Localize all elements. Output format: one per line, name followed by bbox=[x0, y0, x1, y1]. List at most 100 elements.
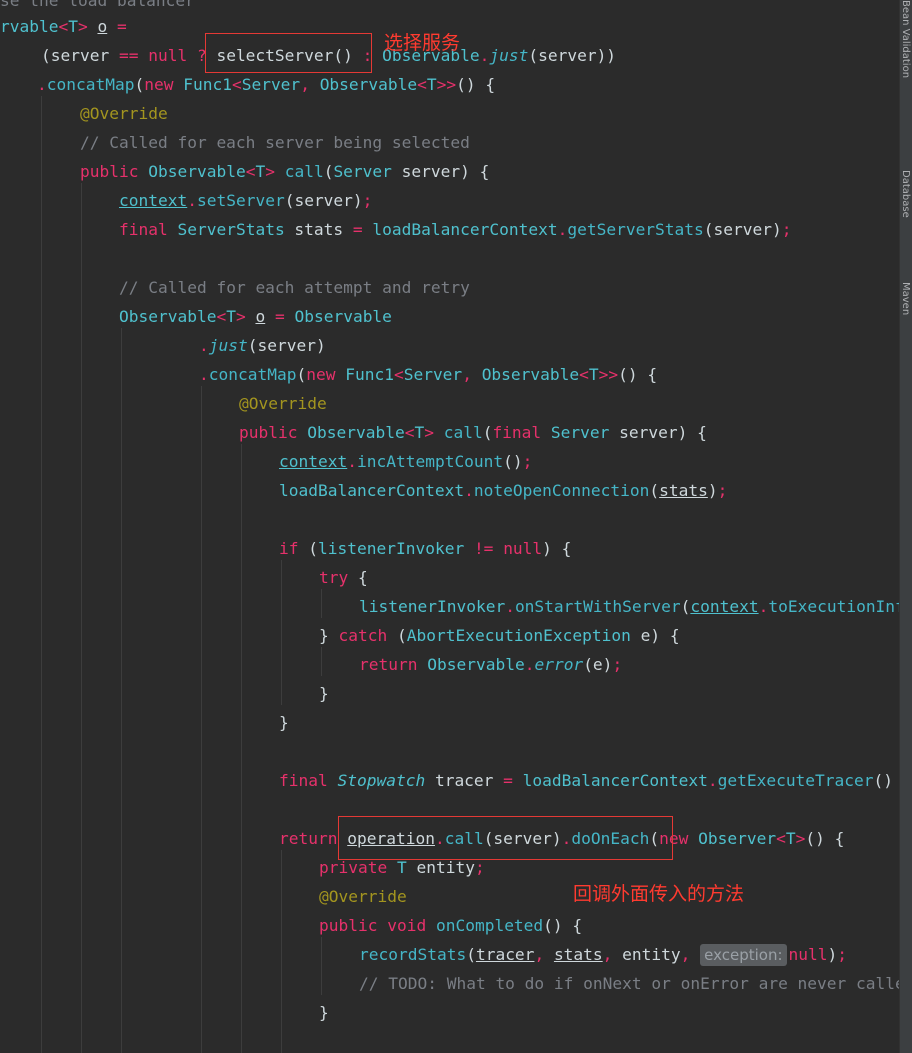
code-line[interactable]: rvable<T> o = bbox=[0, 12, 127, 41]
code-token: ( bbox=[296, 365, 307, 384]
code-token: entity bbox=[612, 945, 681, 964]
code-line[interactable]: public Observable<T> call(final Server s… bbox=[239, 418, 707, 447]
code-token: . bbox=[199, 336, 209, 355]
tool-tab-maven[interactable]: Maven bbox=[901, 282, 911, 342]
code-token: ( bbox=[387, 626, 407, 645]
code-token: < bbox=[404, 423, 415, 442]
right-tool-window-bar: Bean Validation Database Maven bbox=[899, 0, 912, 1053]
code-line[interactable]: public void onCompleted() { bbox=[319, 911, 582, 940]
code-token: concatMap bbox=[46, 75, 135, 94]
code-line[interactable]: context.incAttemptCount(); bbox=[279, 447, 532, 476]
tool-tab-bean-validation[interactable]: Bean Validation bbox=[901, 0, 911, 130]
code-line[interactable]: Observable<T> o = Observable bbox=[119, 302, 392, 331]
code-token: ; bbox=[837, 945, 848, 964]
code-token: Server bbox=[550, 423, 610, 442]
code-token: server) { bbox=[391, 162, 490, 181]
code-token: // Called for each attempt and retry bbox=[119, 278, 470, 297]
code-token: . bbox=[557, 220, 568, 239]
tool-tab-database[interactable]: Database bbox=[901, 170, 911, 250]
code-token: ( bbox=[680, 597, 691, 616]
code-token: != bbox=[473, 539, 494, 558]
code-line[interactable]: .concatMap(new Func1<Server, Observable<… bbox=[37, 70, 495, 99]
indent-guide bbox=[321, 937, 322, 995]
code-token: , bbox=[680, 945, 691, 964]
code-token: T bbox=[396, 858, 407, 877]
code-token: > bbox=[795, 829, 806, 848]
code-token: rvable bbox=[0, 17, 59, 36]
code-line[interactable]: // TODO: What to do if onNext or onError… bbox=[359, 969, 900, 998]
code-line[interactable]: .just(server) bbox=[199, 331, 326, 360]
code-token: (server bbox=[41, 46, 119, 65]
code-token: () { bbox=[456, 75, 496, 94]
code-token: < bbox=[216, 307, 227, 326]
code-token: public bbox=[80, 162, 139, 181]
code-line[interactable]: } catch (AbortExecutionException e) { bbox=[319, 621, 680, 650]
code-token: () bbox=[503, 452, 523, 471]
code-token: context bbox=[690, 597, 759, 616]
code-line[interactable]: return Observable.error(e); bbox=[359, 650, 622, 679]
code-token: ( bbox=[466, 945, 476, 964]
code-token: . bbox=[524, 655, 535, 674]
code-line[interactable]: // Called for each server being selected bbox=[80, 128, 470, 157]
code-line[interactable]: @Override bbox=[80, 99, 168, 128]
code-token: ( bbox=[134, 75, 145, 94]
code-token: null bbox=[503, 539, 543, 558]
code-line[interactable]: } bbox=[279, 708, 289, 737]
code-token: new bbox=[144, 75, 174, 94]
code-token: (server) bbox=[703, 220, 782, 239]
code-line[interactable]: public Observable<T> call(Server server)… bbox=[80, 157, 489, 186]
code-token: ; bbox=[612, 655, 623, 674]
code-line[interactable]: } bbox=[319, 679, 329, 708]
code-token: (server)) bbox=[528, 46, 617, 65]
code-token: , bbox=[602, 945, 613, 964]
code-token: = bbox=[352, 220, 363, 239]
code-token: } bbox=[279, 713, 289, 732]
code-line[interactable]: @Override bbox=[239, 389, 327, 418]
code-token: final bbox=[492, 423, 542, 442]
code-token: void bbox=[387, 916, 427, 935]
code-token: call bbox=[443, 423, 483, 442]
code-line[interactable]: context.setServer(server); bbox=[119, 186, 372, 215]
code-line[interactable]: recordStats(tracer, stats, entity, excep… bbox=[359, 940, 847, 969]
code-token: AbortExecutionException bbox=[406, 626, 631, 645]
code-token: . bbox=[707, 771, 718, 790]
code-editor[interactable]: se the load balancer rvable<T> o = (server… bbox=[0, 0, 900, 1053]
code-line[interactable]: final Stopwatch tracer = loadBalancerCon… bbox=[279, 766, 893, 795]
code-line[interactable]: .concatMap(new Func1<Server, Observable<… bbox=[199, 360, 657, 389]
code-line[interactable]: } bbox=[319, 998, 329, 1027]
code-line[interactable]: try { bbox=[319, 563, 368, 592]
code-line[interactable]: final ServerStats stats = loadBalancerCo… bbox=[119, 215, 792, 244]
code-token: noteOpenConnection bbox=[473, 481, 650, 500]
code-token: < bbox=[776, 829, 786, 848]
code-token: (e) bbox=[583, 655, 613, 674]
parameter-hint: exception: bbox=[700, 944, 787, 966]
code-line[interactable]: @Override bbox=[319, 882, 407, 911]
code-token: . bbox=[505, 597, 515, 616]
code-token: public bbox=[319, 916, 378, 935]
code-line[interactable]: if (listenerInvoker != null) { bbox=[279, 534, 571, 563]
code-token: // TODO: What to do if onNext or onError… bbox=[359, 974, 900, 993]
code-token: @Override bbox=[239, 394, 327, 413]
code-token: . bbox=[37, 75, 47, 94]
code-token: stats bbox=[284, 220, 353, 239]
code-line[interactable]: listenerInvoker.onStartWithServer(contex… bbox=[359, 592, 900, 621]
code-token: < bbox=[245, 162, 256, 181]
code-token: new bbox=[306, 365, 336, 384]
code-token: < bbox=[231, 75, 242, 94]
code-line[interactable]: // Called for each attempt and retry bbox=[119, 273, 470, 302]
code-token: Observable bbox=[427, 655, 525, 674]
code-token: context bbox=[279, 452, 348, 471]
code-token: ( bbox=[482, 423, 493, 442]
code-line[interactable]: loadBalancerContext.noteOpenConnection(s… bbox=[279, 476, 727, 505]
code-token: T bbox=[226, 307, 236, 326]
